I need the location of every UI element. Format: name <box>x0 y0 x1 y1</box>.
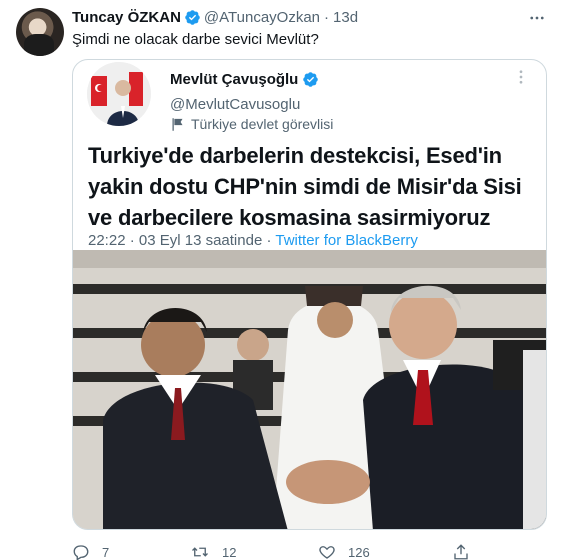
retweet-icon <box>192 547 208 557</box>
like-count: 126 <box>348 544 370 560</box>
author-avatar[interactable] <box>16 8 64 56</box>
quoted-source-link[interactable]: Twitter for BlackBerry <box>275 232 418 249</box>
quoted-photo[interactable] <box>73 250 546 529</box>
retweet-button[interactable]: 12 <box>190 543 236 560</box>
reply-button[interactable]: 7 <box>72 543 109 560</box>
tweet-text: Şimdi ne olacak darbe sevici Mevlüt? <box>72 31 319 48</box>
quoted-author-handle[interactable]: @MevlutCavusoglu <box>170 96 300 113</box>
government-label: Türkiye devlet görevlisi <box>170 116 333 132</box>
avatar-portrait-icon <box>87 62 151 126</box>
like-button[interactable]: 126 <box>318 543 370 560</box>
reply-icon <box>73 545 89 560</box>
quoted-tweet[interactable]: Mevlüt Çavuşoğlu @MevlutCavusoglu Türkiy… <box>72 59 547 530</box>
heart-icon <box>319 546 335 559</box>
author-handle[interactable]: @ATuncayOzkan <box>204 9 320 26</box>
quoted-tweet-meta: 22:22 · 03 Eyl 13 saatinde · Twitter for… <box>88 232 418 249</box>
tweet-card[interactable]: Tuncay ÖZKAN @ATuncayOzkan · 13d Şimdi n… <box>0 0 565 560</box>
government-label-text: Türkiye devlet görevlisi <box>191 116 334 132</box>
tweet-header: Tuncay ÖZKAN @ATuncayOzkan · 13d <box>72 9 358 26</box>
quoted-author-name[interactable]: Mevlüt Çavuşoğlu <box>170 71 298 88</box>
quoted-author-name-row: Mevlüt Çavuşoğlu <box>170 71 322 88</box>
flag-icon <box>172 117 183 131</box>
avatar-figure <box>24 34 54 56</box>
share-button[interactable] <box>452 543 482 560</box>
tweet-timestamp[interactable]: 13d <box>333 9 358 26</box>
retweet-count: 12 <box>222 544 237 560</box>
reply-count: 7 <box>102 544 110 560</box>
author-name[interactable]: Tuncay ÖZKAN <box>72 9 181 26</box>
quoted-author-avatar[interactable] <box>87 62 151 126</box>
more-options-icon[interactable] <box>527 8 547 28</box>
quoted-timestamp: 22:22 · 03 Eyl 13 saatinde · <box>88 232 276 249</box>
quoted-tweet-text: Turkiye'de darbelerin destekcisi, Esed'i… <box>88 143 522 230</box>
tweet-actions: 7 12 126 <box>72 543 492 560</box>
verified-badge-icon <box>185 10 200 25</box>
verified-badge-icon <box>303 72 319 87</box>
separator-dot: · <box>324 9 330 26</box>
share-icon <box>454 544 468 560</box>
photo-handshake-image <box>73 250 546 529</box>
quoted-more-options-icon[interactable] <box>512 68 530 91</box>
